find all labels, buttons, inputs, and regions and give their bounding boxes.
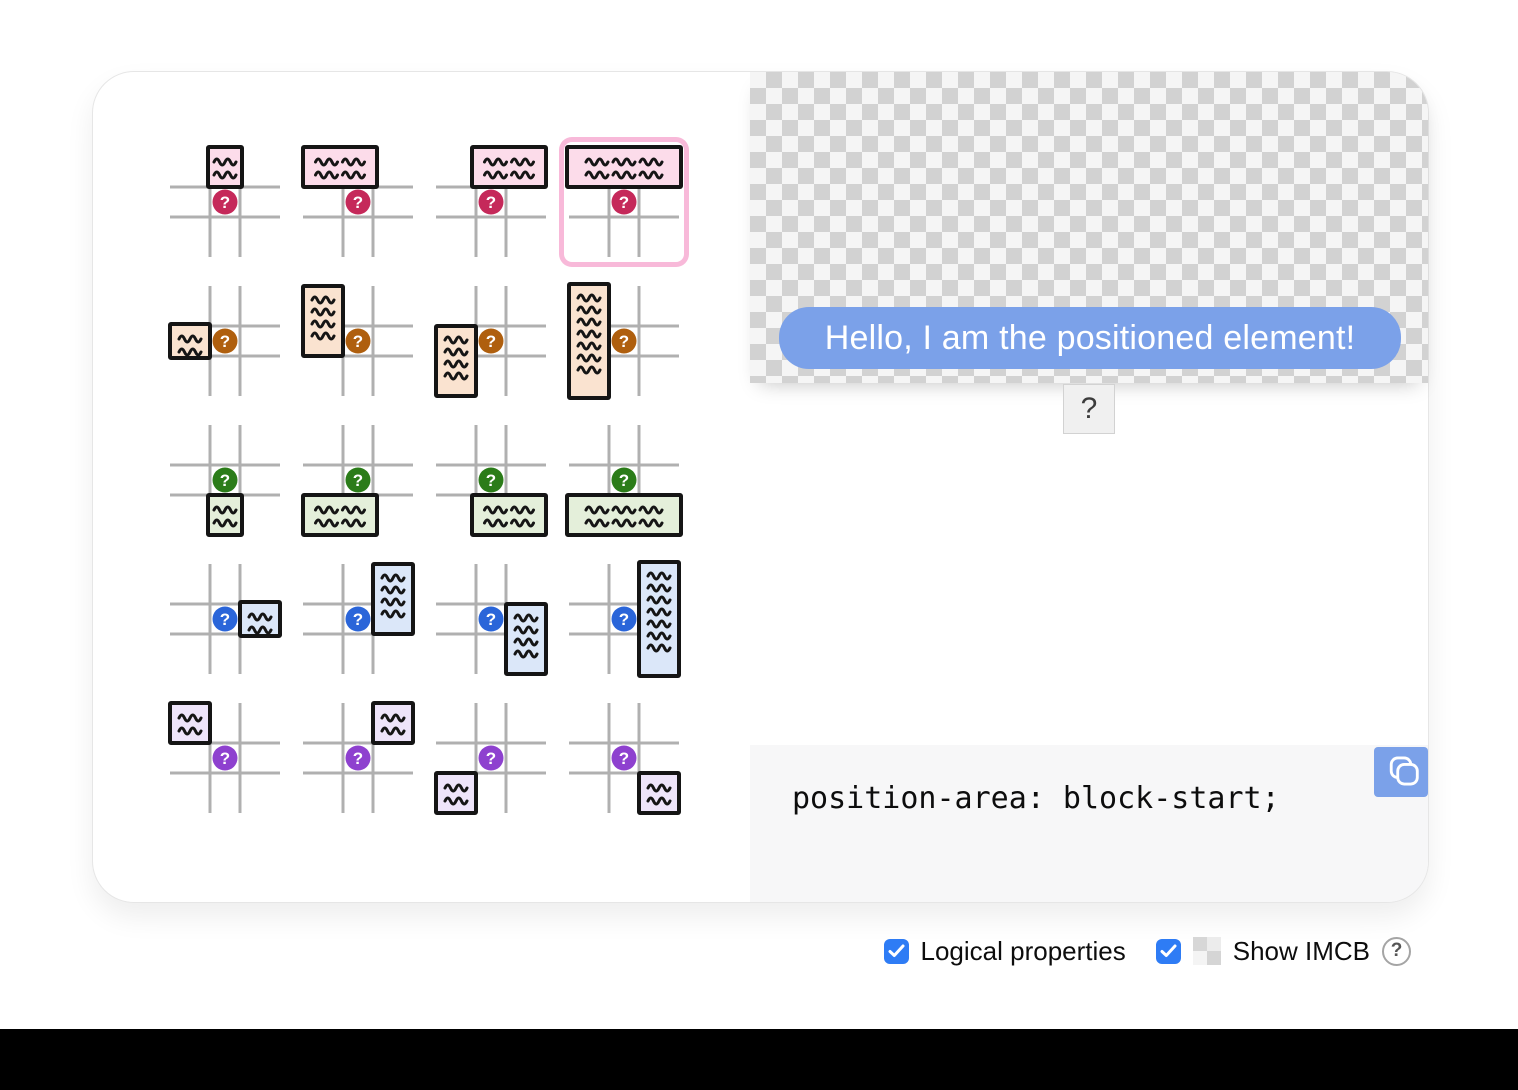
tile-block-end[interactable]: ?: [165, 420, 285, 540]
tile-inline-start-span-block-end[interactable]: ?: [431, 281, 551, 401]
tile-block-end-span-inline-start[interactable]: ?: [298, 420, 418, 540]
tile-block-end-span-all[interactable]: ?: [564, 420, 684, 540]
svg-text:?: ?: [486, 193, 496, 212]
tile-block-start-inline-start[interactable]: ?: [165, 698, 285, 818]
svg-text:?: ?: [619, 193, 629, 212]
show-imcb-checkbox[interactable]: [1156, 939, 1181, 964]
svg-text:?: ?: [619, 749, 629, 768]
tile-block-end-span-inline-end[interactable]: ?: [431, 420, 551, 540]
position-area-grid: ? ? ? ? ?: [93, 72, 750, 902]
position-area-tool: ? ? ? ? ?: [0, 0, 1518, 1090]
tile-inline-end-span-block-start[interactable]: ?: [298, 559, 418, 679]
logical-properties-label: Logical properties: [921, 936, 1126, 967]
transparency-preview-area: Hello, I am the positioned element!: [750, 72, 1428, 383]
svg-text:?: ?: [486, 471, 496, 490]
svg-text:?: ?: [353, 332, 363, 351]
checkmark-icon: [888, 944, 905, 958]
tile-block-end-inline-start[interactable]: ?: [431, 698, 551, 818]
css-code-text: position-area: block-start;: [792, 781, 1280, 816]
tile-inline-start[interactable]: ?: [165, 281, 285, 401]
svg-text:?: ?: [220, 610, 230, 629]
tool-card: ? ? ? ? ?: [92, 71, 1429, 903]
help-icon[interactable]: ?: [1382, 937, 1411, 966]
svg-text:?: ?: [486, 610, 496, 629]
svg-text:?: ?: [353, 471, 363, 490]
copy-button[interactable]: [1374, 747, 1428, 797]
svg-text:?: ?: [353, 610, 363, 629]
svg-text:?: ?: [619, 610, 629, 629]
show-imcb-label: Show IMCB: [1233, 936, 1370, 967]
svg-text:?: ?: [619, 471, 629, 490]
tile-block-start-span-inline-end[interactable]: ?: [431, 142, 551, 262]
tile-inline-end[interactable]: ?: [165, 559, 285, 679]
tile-inline-end-span-all[interactable]: ?: [564, 559, 684, 679]
tile-inline-start-span-all[interactable]: ?: [564, 281, 684, 401]
copy-icon: [1379, 750, 1423, 795]
tile-block-start-inline-end[interactable]: ?: [298, 698, 418, 818]
tile-inline-end-span-block-end[interactable]: ?: [431, 559, 551, 679]
svg-text:?: ?: [486, 332, 496, 351]
tile-block-start-span-inline-start[interactable]: ?: [298, 142, 418, 262]
tile-block-start[interactable]: ?: [165, 142, 285, 262]
tile-inline-start-span-block-start[interactable]: ?: [298, 281, 418, 401]
bottom-black-bar: [0, 1029, 1518, 1090]
svg-text:?: ?: [353, 193, 363, 212]
logical-properties-checkbox[interactable]: [884, 939, 909, 964]
svg-text:?: ?: [619, 332, 629, 351]
anchor-element: ?: [1063, 384, 1115, 434]
svg-text:?: ?: [353, 749, 363, 768]
code-panel: position-area: block-start;: [750, 745, 1428, 902]
svg-text:?: ?: [220, 332, 230, 351]
svg-text:?: ?: [220, 749, 230, 768]
options-bar: Logical properties Show IMCB ?: [0, 932, 1411, 970]
positioned-element-bubble: Hello, I am the positioned element!: [779, 307, 1401, 369]
tile-block-end-inline-end[interactable]: ?: [564, 698, 684, 818]
checkmark-icon: [1160, 944, 1177, 958]
svg-text:?: ?: [486, 749, 496, 768]
transparency-checker-icon: [1193, 937, 1221, 965]
svg-text:?: ?: [220, 471, 230, 490]
svg-text:?: ?: [220, 193, 230, 212]
tile-block-start-span-all[interactable]: ?: [564, 142, 684, 262]
